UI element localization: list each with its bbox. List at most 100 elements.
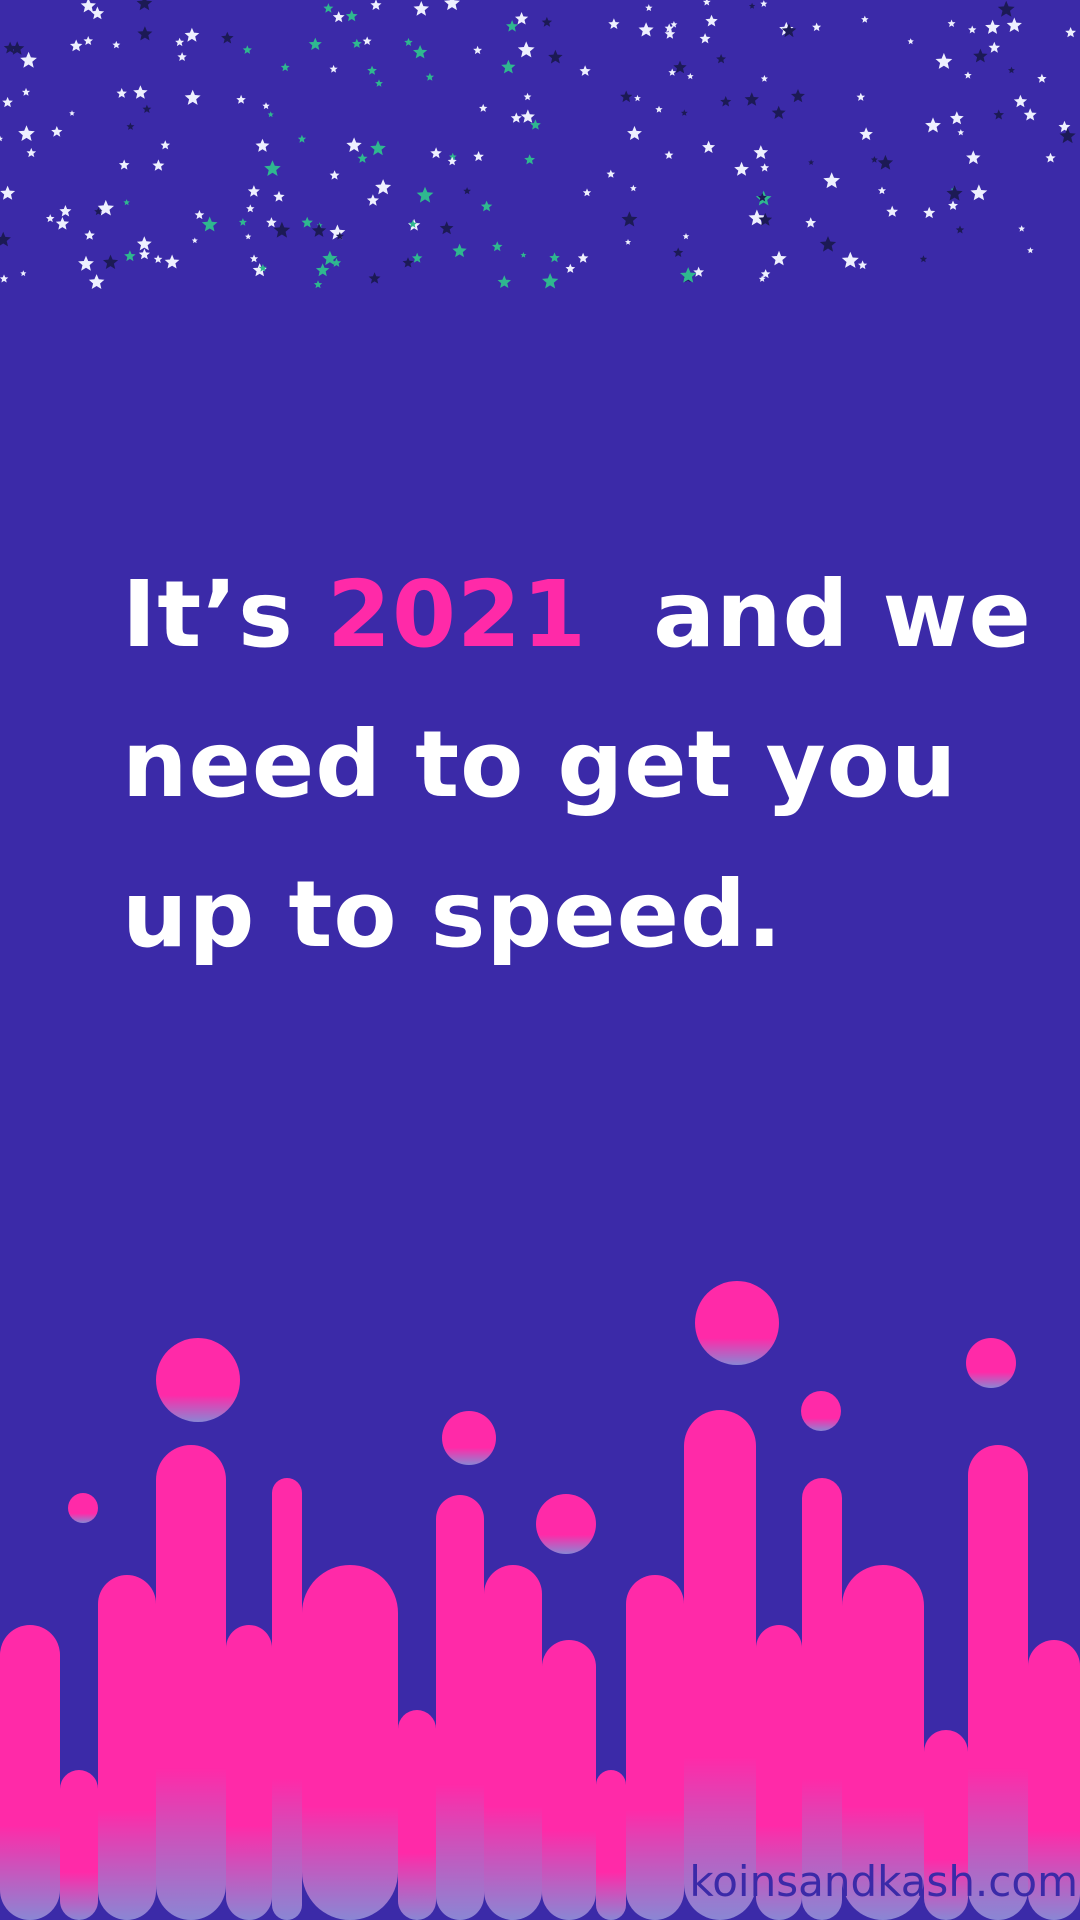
star-icon [142, 104, 152, 113]
headline: It’s 2021 and we need to get you up to s… [122, 540, 1031, 990]
star-icon [791, 89, 805, 103]
star-icon [332, 11, 345, 23]
star-icon [565, 263, 576, 273]
star-icon [627, 125, 642, 140]
star-icon [705, 14, 718, 27]
star-icon [645, 4, 653, 11]
star-icon [416, 186, 434, 203]
star-icon [473, 45, 482, 55]
star-icon [439, 221, 454, 235]
star-icon [907, 38, 914, 45]
star-icon [812, 22, 822, 32]
star-icon [323, 3, 334, 13]
star-icon [479, 103, 488, 112]
star-icon [247, 185, 260, 197]
headline-line-3: up to speed. [122, 861, 783, 968]
pink-skyline-decoration [0, 1281, 1080, 1920]
star-icon [638, 22, 654, 37]
star-icon [0, 135, 3, 142]
star-icon [346, 137, 362, 152]
star-icon [238, 218, 247, 226]
star-icon [370, 0, 382, 10]
star-icon [123, 199, 130, 206]
star-icon [367, 65, 377, 75]
star-icon [368, 272, 381, 284]
star-icon [425, 72, 434, 81]
star-icon [680, 109, 688, 116]
star-icon [973, 48, 988, 63]
star-icon [362, 36, 372, 45]
star-icon [1008, 66, 1015, 74]
star-icon [515, 12, 529, 25]
star-icon [160, 140, 171, 150]
headline-suffix: and we [587, 561, 1032, 668]
star-icon [548, 49, 563, 64]
star-icon [579, 65, 591, 76]
star-icon [177, 52, 187, 61]
star-icon [1027, 247, 1034, 254]
star-icon [517, 41, 535, 58]
star-icon [345, 10, 358, 22]
star-icon [0, 185, 16, 200]
star-icon [329, 64, 338, 73]
star-icon [126, 122, 135, 130]
star-icon [861, 15, 869, 23]
star-icon [242, 45, 252, 54]
star-icon [1018, 225, 1025, 232]
star-icon [413, 1, 429, 16]
star-icon [221, 31, 234, 44]
star-icon [957, 129, 965, 136]
headline-line-1: It’s 2021 and we [122, 540, 1031, 690]
star-icon [463, 187, 471, 195]
star-icon [84, 229, 95, 240]
star-icon [664, 150, 674, 159]
star-icon [781, 23, 797, 38]
star-icon [249, 254, 259, 263]
star-icon [988, 41, 1001, 53]
star-icon [886, 205, 898, 217]
star-icon [201, 216, 218, 232]
star-icon [744, 92, 759, 106]
star-icon [805, 217, 817, 228]
star-icon [78, 255, 94, 271]
star-icon [925, 117, 941, 133]
star-icon [21, 87, 31, 96]
star-icon [673, 247, 684, 257]
star-icon [194, 210, 205, 220]
star-icon [357, 153, 368, 163]
star-icon [90, 6, 105, 20]
star-icon [51, 126, 63, 137]
star-icon [262, 102, 270, 110]
star-icon [137, 26, 153, 41]
star-icon [858, 260, 868, 270]
star-icon [444, 0, 460, 11]
star-icon [352, 38, 362, 48]
star-icon [625, 239, 632, 245]
star-icon [255, 138, 270, 152]
star-icon [266, 217, 277, 228]
star-icon [664, 28, 676, 39]
star-icon [841, 251, 859, 268]
star-icon [621, 211, 638, 227]
star-icon [771, 250, 787, 266]
star-icon [699, 33, 711, 44]
star-icon [164, 254, 180, 269]
star-icon [760, 0, 768, 7]
star-icon [375, 79, 383, 87]
star-icon [870, 156, 878, 163]
star-icon [452, 243, 467, 258]
star-icon [520, 252, 527, 258]
star-icon [175, 37, 185, 47]
star-icon [480, 200, 493, 212]
star-icon [103, 254, 119, 269]
star-icon [542, 273, 559, 289]
star-icon [402, 257, 414, 268]
star-icon [83, 36, 93, 45]
star-icon [520, 109, 535, 123]
star-icon [273, 190, 285, 202]
headline-prefix: It’s [122, 561, 327, 668]
star-icon [919, 255, 928, 263]
star-icon [116, 88, 127, 98]
star-icon [970, 184, 988, 201]
star-icon [946, 185, 963, 201]
